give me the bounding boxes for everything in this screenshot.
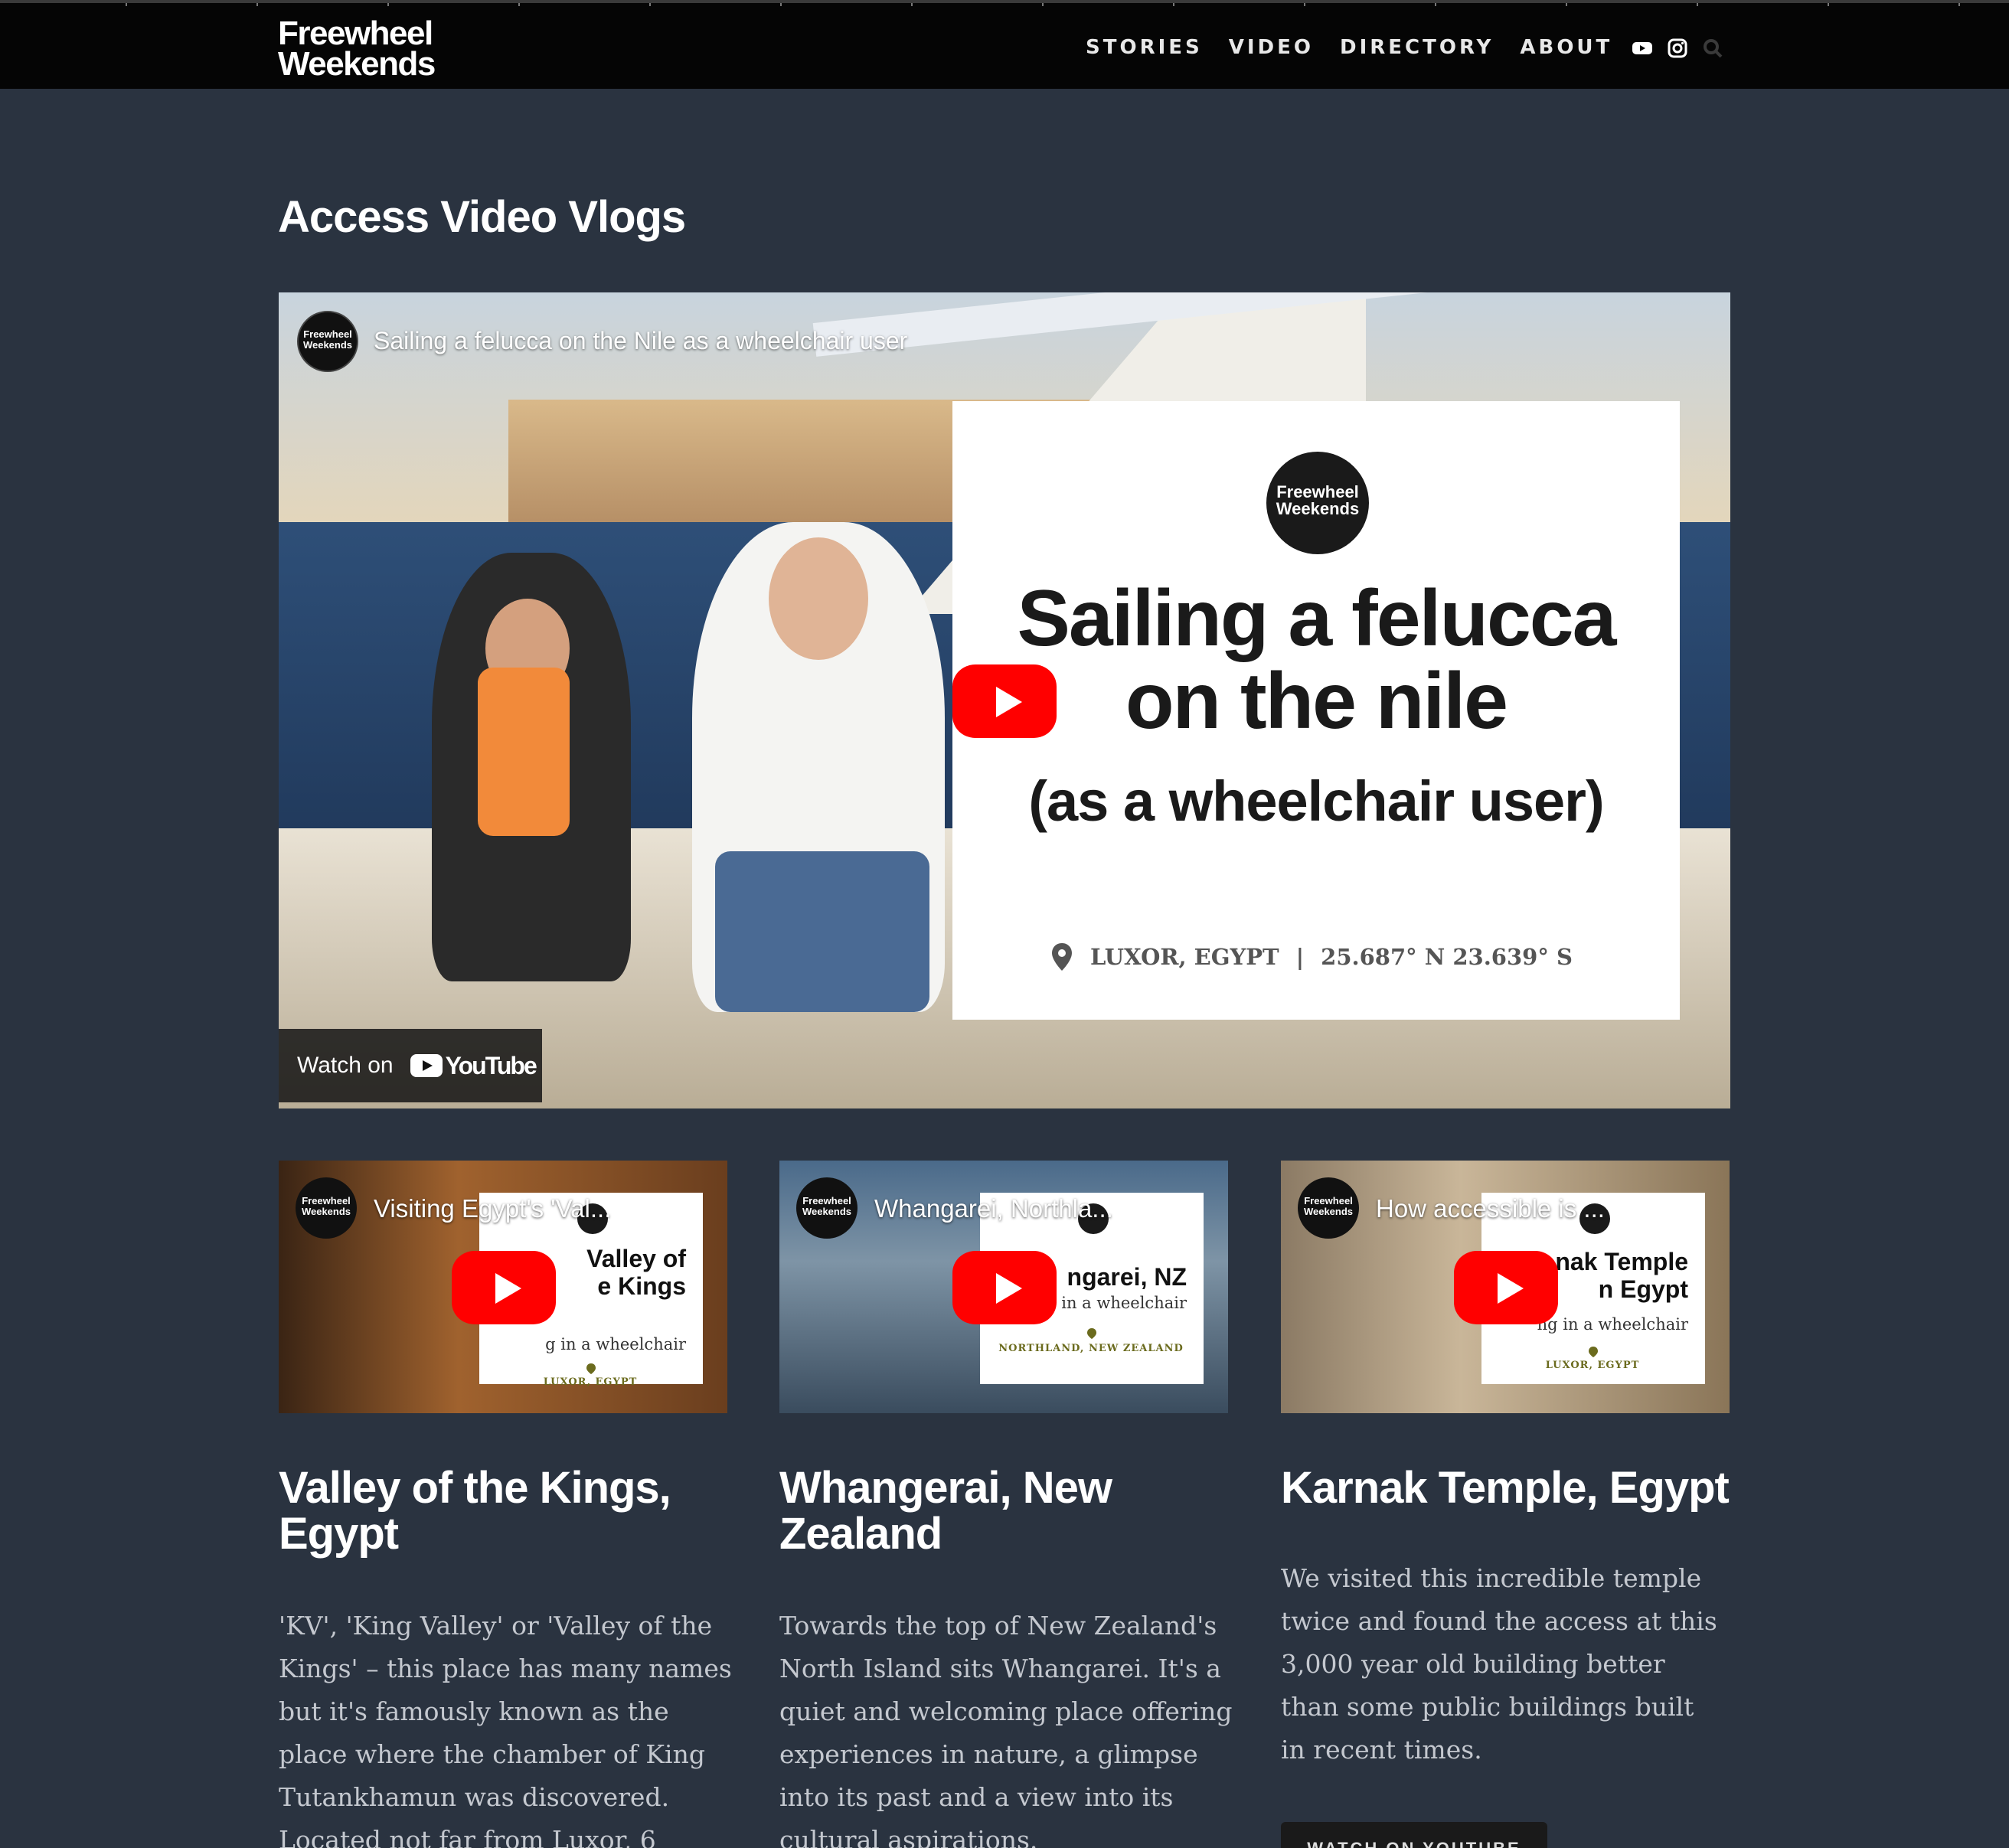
header-tick (518, 3, 520, 6)
video-title-card: Freewheel Weekends Sailing a felucca on t… (952, 401, 1680, 1020)
video-thumbnail-person-man (692, 522, 945, 1012)
location-pin-icon (586, 1363, 596, 1374)
article-text-karnak-temple: We visited this incredible temple twice … (1281, 1563, 1717, 1765)
card-heading-line-2: on the nile (1125, 657, 1508, 746)
nav-directory[interactable]: DIRECTORY (1340, 35, 1494, 60)
site-logo[interactable]: Freewheel Weekends (278, 15, 436, 83)
thumb-video-title[interactable]: Visiting Egypt's 'Val... (374, 1194, 611, 1223)
page-title: Access Video Vlogs (278, 192, 686, 242)
card-heading: Sailing a felucca on the nile (952, 577, 1680, 743)
video-embed-karnak-temple[interactable]: nak Temple n Egypt ng in a wheelchair LU… (1281, 1161, 1730, 1413)
card-heading-line-1: Sailing a felucca (1017, 574, 1617, 663)
channel-avatar[interactable]: Freewheel Weekends (1298, 1177, 1359, 1239)
youtube-icon[interactable] (1631, 37, 1654, 60)
channel-avatar-line-2: Weekends (802, 1206, 852, 1217)
article-heading-whangarei[interactable]: Whangerai, New Zealand (779, 1465, 1239, 1557)
channel-avatar-line-1: Freewheel (1304, 1195, 1353, 1206)
header-tick (1435, 3, 1436, 6)
article-text-whangarei: Towards the top of New Zealand's North I… (779, 1611, 1233, 1848)
main-nav: STORIES VIDEO DIRECTORY ABOUT (1086, 35, 1612, 60)
more-options-icon[interactable] (1171, 1199, 1178, 1223)
location-pin-icon (1052, 943, 1072, 971)
youtube-logo-icon: YouTube (410, 1051, 537, 1080)
youtube-wordmark: YouTube (445, 1051, 537, 1079)
play-button-icon[interactable] (1454, 1251, 1558, 1324)
logo-line-2: Weekends (278, 45, 436, 83)
header-tick (649, 3, 651, 6)
instagram-icon[interactable] (1666, 37, 1689, 60)
watch-on-label: Watch on (297, 1053, 394, 1078)
header-tick (1958, 3, 1960, 6)
nav-about[interactable]: ABOUT (1520, 35, 1612, 60)
thumb-card-subtitle: g in a wheelchair (545, 1335, 686, 1353)
thumb-video-title[interactable]: Whangarei, Northla... (874, 1194, 1113, 1223)
nav-stories[interactable]: STORIES (1086, 35, 1203, 60)
header-top-border (0, 3, 2009, 6)
play-button-icon[interactable] (452, 1251, 556, 1324)
card-logo-line-2: Weekends (1276, 499, 1360, 518)
card-subheading: (as a wheelchair user) (1028, 769, 1604, 833)
header-tick (1042, 3, 1044, 6)
logo-line-1: Freewheel (278, 15, 433, 52)
location-pin-icon (1589, 1347, 1598, 1357)
thumb-card-location: NORTHLAND, NEW ZEALAND (998, 1343, 1184, 1354)
search-icon[interactable] (1701, 37, 1724, 60)
header-tick (256, 3, 258, 6)
card-coordinates: 25.687° N 23.639° S (1321, 944, 1573, 970)
card-location-separator: | (1295, 944, 1305, 970)
channel-avatar-line-2: Weekends (1303, 1206, 1354, 1217)
nav-video[interactable]: VIDEO (1229, 35, 1314, 60)
article-heading-karnak-temple[interactable]: Karnak Temple, Egypt (1281, 1465, 1740, 1511)
header-tick (126, 3, 127, 6)
video-thumbnail-person-woman (432, 553, 631, 981)
channel-avatar-line-1: Freewheel (302, 1195, 351, 1206)
header-tick (1304, 3, 1305, 6)
header-tick (387, 3, 389, 6)
header-tick (1828, 3, 1829, 6)
channel-avatar-line-2: Weekends (301, 1206, 351, 1217)
watch-on-youtube-button[interactable]: Watch on YouTube (279, 1029, 542, 1102)
card-logo: Freewheel Weekends (1266, 452, 1369, 554)
channel-avatar-line-2: Weekends (302, 339, 353, 351)
header-tick (1566, 3, 1567, 6)
header-social-icons (1631, 37, 1724, 60)
channel-avatar-line-1: Freewheel (802, 1195, 851, 1206)
play-button-icon[interactable] (952, 664, 1057, 738)
site-header: Freewheel Weekends STORIES VIDEO DIRECTO… (0, 0, 2009, 89)
header-tick (780, 3, 782, 6)
more-options-icon[interactable] (671, 1199, 677, 1223)
channel-avatar[interactable]: Freewheel Weekends (796, 1177, 858, 1239)
thumb-video-title[interactable]: How accessible is ... (1376, 1194, 1605, 1223)
video-title-link[interactable]: Sailing a felucca on the Nile as a wheel… (374, 327, 907, 355)
video-embed-whangarei[interactable]: ngarei, NZ ng in a wheelchair NORTHLAND,… (779, 1161, 1228, 1413)
header-tick (911, 3, 913, 6)
main-video-embed[interactable]: Freewheel Weekends Sailing a felucca on t… (279, 292, 1730, 1108)
channel-avatar-line-1: Freewheel (303, 328, 352, 340)
header-tick (1173, 3, 1174, 6)
play-button-icon[interactable] (952, 1251, 1057, 1324)
article-heading-valley-of-kings[interactable]: Valley of the Kings, Egypt (279, 1465, 738, 1557)
more-options-icon[interactable] (1673, 1199, 1679, 1223)
thumb-card-location: LUXOR, EGYPT (1545, 1360, 1640, 1371)
location-pin-icon (1087, 1328, 1096, 1339)
header-tick (1697, 3, 1698, 6)
card-location: LUXOR, EGYPT | 25.687° N 23.639° S (1050, 942, 1573, 972)
card-location-name: LUXOR, EGYPT (1090, 944, 1279, 970)
thumb-card-location: LUXOR, EGYPT (543, 1376, 638, 1388)
channel-avatar[interactable]: Freewheel Weekends (296, 1177, 357, 1239)
video-embed-valley-of-kings[interactable]: Valley of e Kings g in a wheelchair LUXO… (279, 1161, 727, 1413)
article-text-valley-of-kings: 'KV', 'King Valley' or 'Valley of the Ki… (279, 1611, 732, 1848)
watch-on-youtube-button[interactable]: WATCH ON YOUTUBE (1281, 1822, 1547, 1848)
channel-avatar[interactable]: Freewheel Weekends (297, 311, 358, 372)
